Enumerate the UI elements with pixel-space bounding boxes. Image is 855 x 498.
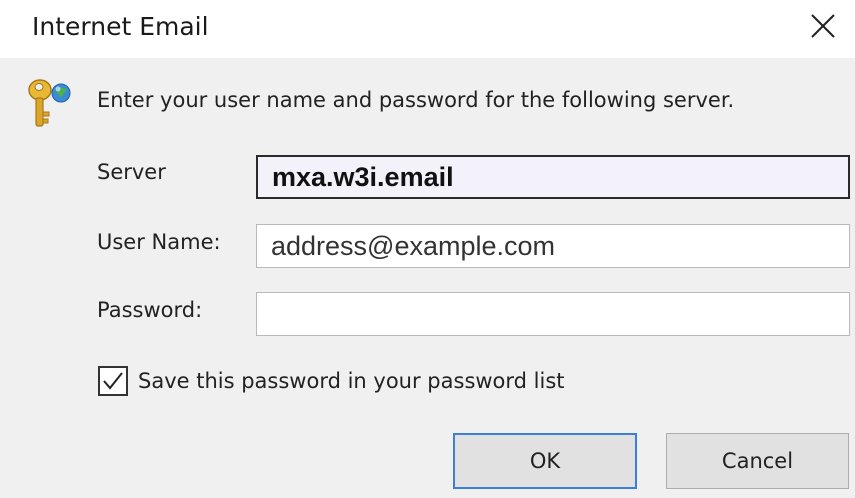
save-password-label: Save this password in your password list	[138, 369, 565, 393]
save-password-checkbox[interactable]	[98, 366, 128, 396]
title-bar: Internet Email	[0, 0, 855, 58]
password-field[interactable]	[256, 292, 850, 336]
server-label: Server	[97, 160, 166, 184]
close-icon	[811, 14, 835, 38]
close-button[interactable]	[800, 6, 846, 46]
user-name-label: User Name:	[97, 230, 221, 254]
save-password-checkbox-row[interactable]: Save this password in your password list	[98, 364, 565, 398]
ok-button[interactable]: OK	[453, 433, 637, 489]
server-field[interactable]	[256, 155, 850, 199]
user-name-field[interactable]	[256, 224, 850, 268]
window-title: Internet Email	[32, 12, 209, 41]
cancel-button[interactable]: Cancel	[666, 433, 849, 489]
prompt-message: Enter your user name and password for th…	[97, 88, 735, 112]
key-icon	[28, 79, 71, 127]
checkmark-icon	[103, 372, 123, 390]
internet-email-dialog: Internet Email Enter your user name and …	[0, 0, 855, 498]
dialog-body	[0, 58, 855, 498]
password-label: Password:	[97, 298, 203, 322]
